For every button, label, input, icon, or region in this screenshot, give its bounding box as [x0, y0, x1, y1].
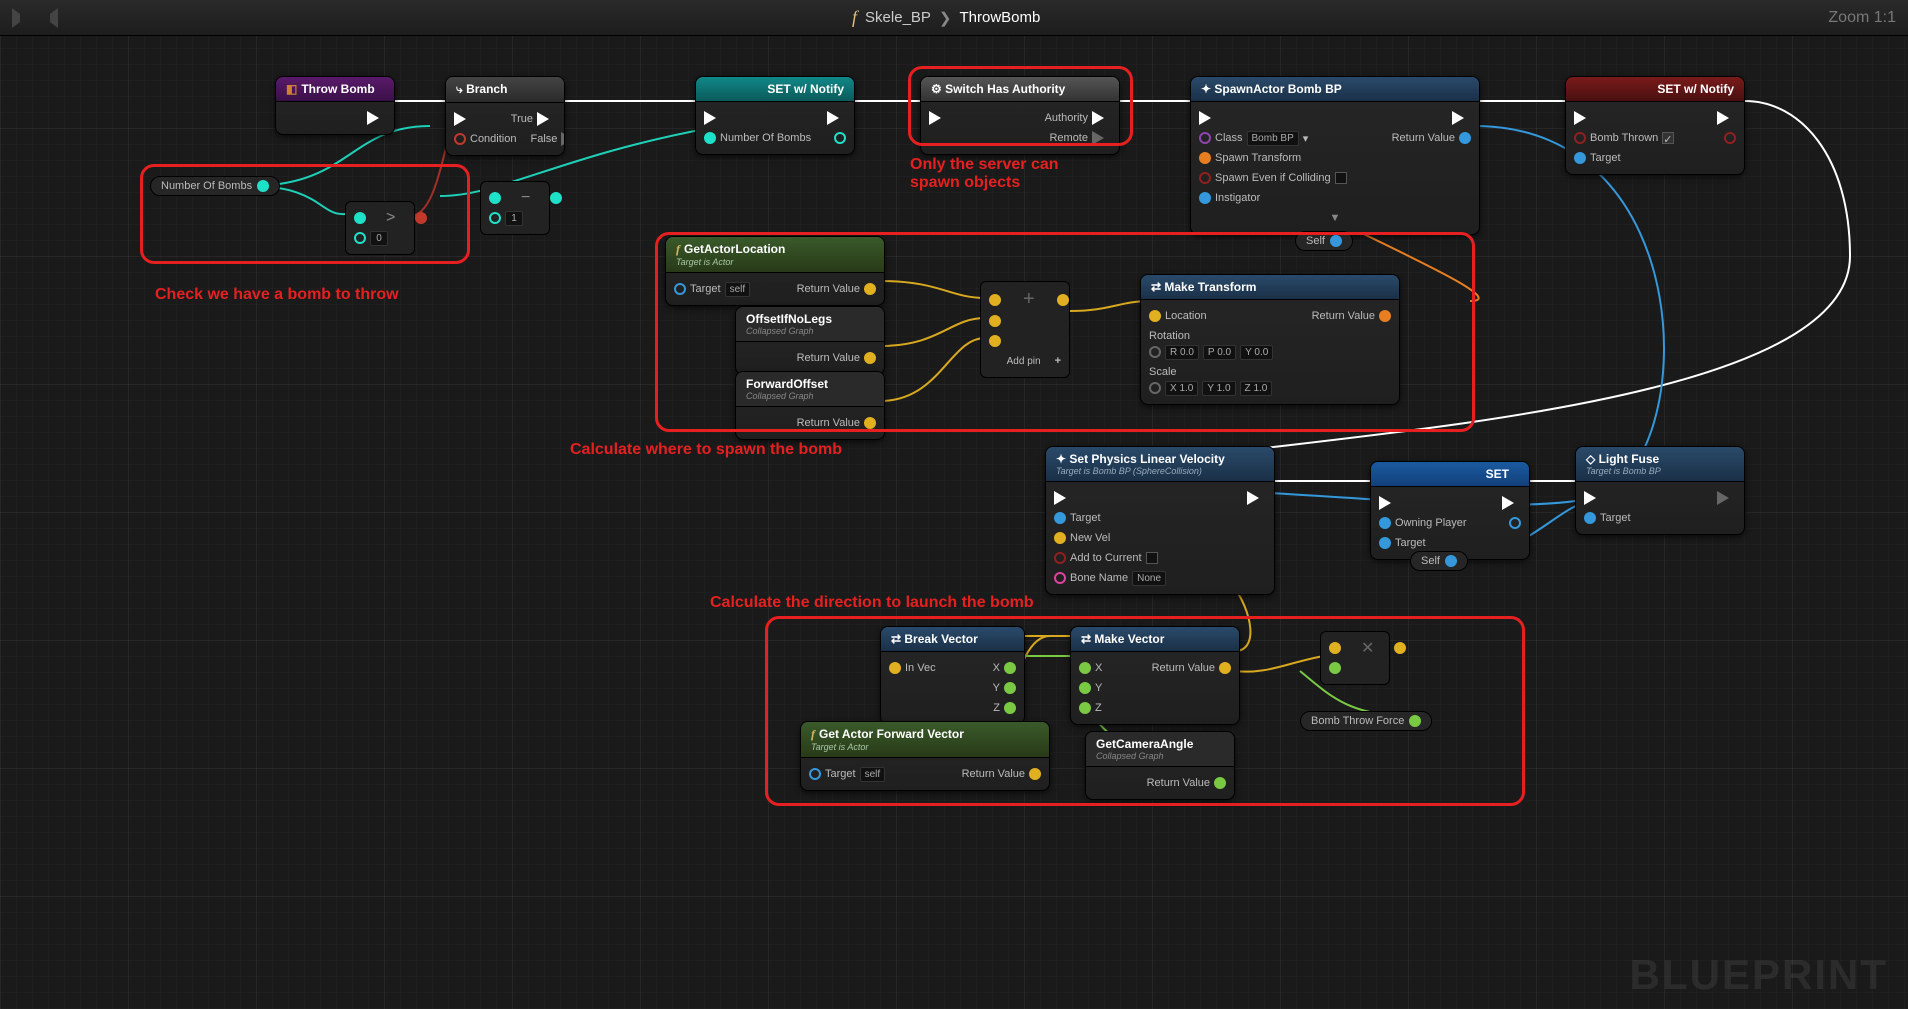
breadcrumb-blueprint[interactable]: Skele_BP: [865, 9, 931, 26]
node-offset-nolegs[interactable]: OffsetIfNoLegsCollapsed Graph Return Val…: [735, 306, 885, 375]
node-header: ForwardOffsetCollapsed Graph: [736, 372, 884, 407]
breadcrumb[interactable]: f Skele_BP ❯ ThrowBomb: [852, 7, 1040, 28]
node-add-vector[interactable]: + Add pin +: [980, 281, 1070, 378]
graph-canvas[interactable]: ◧Throw Bomb ⤷ Branch True ConditionFalse…: [0, 36, 1908, 1009]
nav-back-icon[interactable]: [12, 8, 32, 28]
node-header: ✦ SpawnActor Bomb BP: [1191, 77, 1479, 102]
var-self2[interactable]: Self: [1410, 551, 1468, 571]
node-set-bombs[interactable]: SET w/ Notify Number Of Bombs: [695, 76, 855, 155]
node-header: ◇ Light FuseTarget is Bomb BP: [1576, 447, 1744, 482]
node-header: ◧Throw Bomb: [276, 77, 394, 102]
breadcrumb-func[interactable]: ThrowBomb: [960, 9, 1041, 26]
node-header: fGetActorLocationTarget is Actor: [666, 237, 884, 273]
node-subtract[interactable]: − 1: [480, 181, 550, 235]
watermark: BLUEPRINT: [1630, 951, 1888, 999]
node-branch[interactable]: ⤷ Branch True ConditionFalse: [445, 76, 565, 156]
node-header: fGet Actor Forward VectorTarget is Actor: [801, 722, 1049, 758]
annotation-label: Calculate the direction to launch the bo…: [710, 594, 1034, 612]
node-header: GetCameraAngleCollapsed Graph: [1086, 732, 1234, 767]
annotation-label: Calculate where to spawn the bomb: [570, 441, 842, 459]
function-icon: f: [852, 7, 857, 28]
node-get-camera-angle[interactable]: GetCameraAngleCollapsed Graph Return Val…: [1085, 731, 1235, 800]
node-header: ⇄ Make Vector: [1071, 627, 1239, 652]
node-header: ⇄ Break Vector: [881, 627, 1024, 652]
annotation-label: Check we have a bomb to throw: [155, 286, 399, 304]
zoom-level: Zoom 1:1: [1828, 9, 1896, 27]
node-get-actor-location[interactable]: fGetActorLocationTarget is Actor Target …: [665, 236, 885, 306]
node-spawn-actor[interactable]: ✦ SpawnActor Bomb BP Class Bomb BP▾Retur…: [1190, 76, 1480, 235]
toolbar: f Skele_BP ❯ ThrowBomb Zoom 1:1: [0, 0, 1908, 36]
nav-forward-icon[interactable]: [38, 8, 58, 28]
node-header: ⇄ Make Transform: [1141, 275, 1399, 300]
node-header: SET: [1371, 462, 1529, 487]
node-header: ✦ Set Physics Linear VelocityTarget is B…: [1046, 447, 1274, 482]
node-header: ⚙ Switch Has Authority: [921, 77, 1119, 102]
var-number-of-bombs[interactable]: Number Of Bombs: [150, 176, 280, 196]
node-set-owner[interactable]: SET Owning Player Target: [1370, 461, 1530, 560]
node-forward-offset[interactable]: ForwardOffsetCollapsed Graph Return Valu…: [735, 371, 885, 440]
node-header: ⤷ Branch: [446, 77, 564, 103]
node-set-velocity[interactable]: ✦ Set Physics Linear VelocityTarget is B…: [1045, 446, 1275, 595]
node-multiply[interactable]: ✕: [1320, 631, 1390, 685]
node-get-forward-vector[interactable]: fGet Actor Forward VectorTarget is Actor…: [800, 721, 1050, 791]
node-make-transform[interactable]: ⇄ Make Transform LocationReturn Value Ro…: [1140, 274, 1400, 405]
node-make-vector[interactable]: ⇄ Make Vector XReturn Value Y Z: [1070, 626, 1240, 725]
node-throw-bomb[interactable]: ◧Throw Bomb: [275, 76, 395, 135]
node-set-thrown[interactable]: SET w/ Notify Bomb Thrown ✓ Target: [1565, 76, 1745, 175]
node-light-fuse[interactable]: ◇ Light FuseTarget is Bomb BP Target: [1575, 446, 1745, 535]
annotation-label: Only the server can spawn objects: [910, 156, 1110, 192]
node-header: SET w/ Notify: [696, 77, 854, 102]
chevron-icon: ❯: [939, 9, 952, 27]
node-switch-authority[interactable]: ⚙ Switch Has Authority Authority Remote: [920, 76, 1120, 155]
node-header: SET w/ Notify: [1566, 77, 1744, 102]
node-header: OffsetIfNoLegsCollapsed Graph: [736, 307, 884, 342]
node-greater-than[interactable]: > 0: [345, 201, 415, 255]
var-bomb-throw-force[interactable]: Bomb Throw Force: [1300, 711, 1432, 731]
var-self[interactable]: Self: [1295, 231, 1353, 251]
node-break-vector[interactable]: ⇄ Break Vector In VecX Y Z: [880, 626, 1025, 725]
